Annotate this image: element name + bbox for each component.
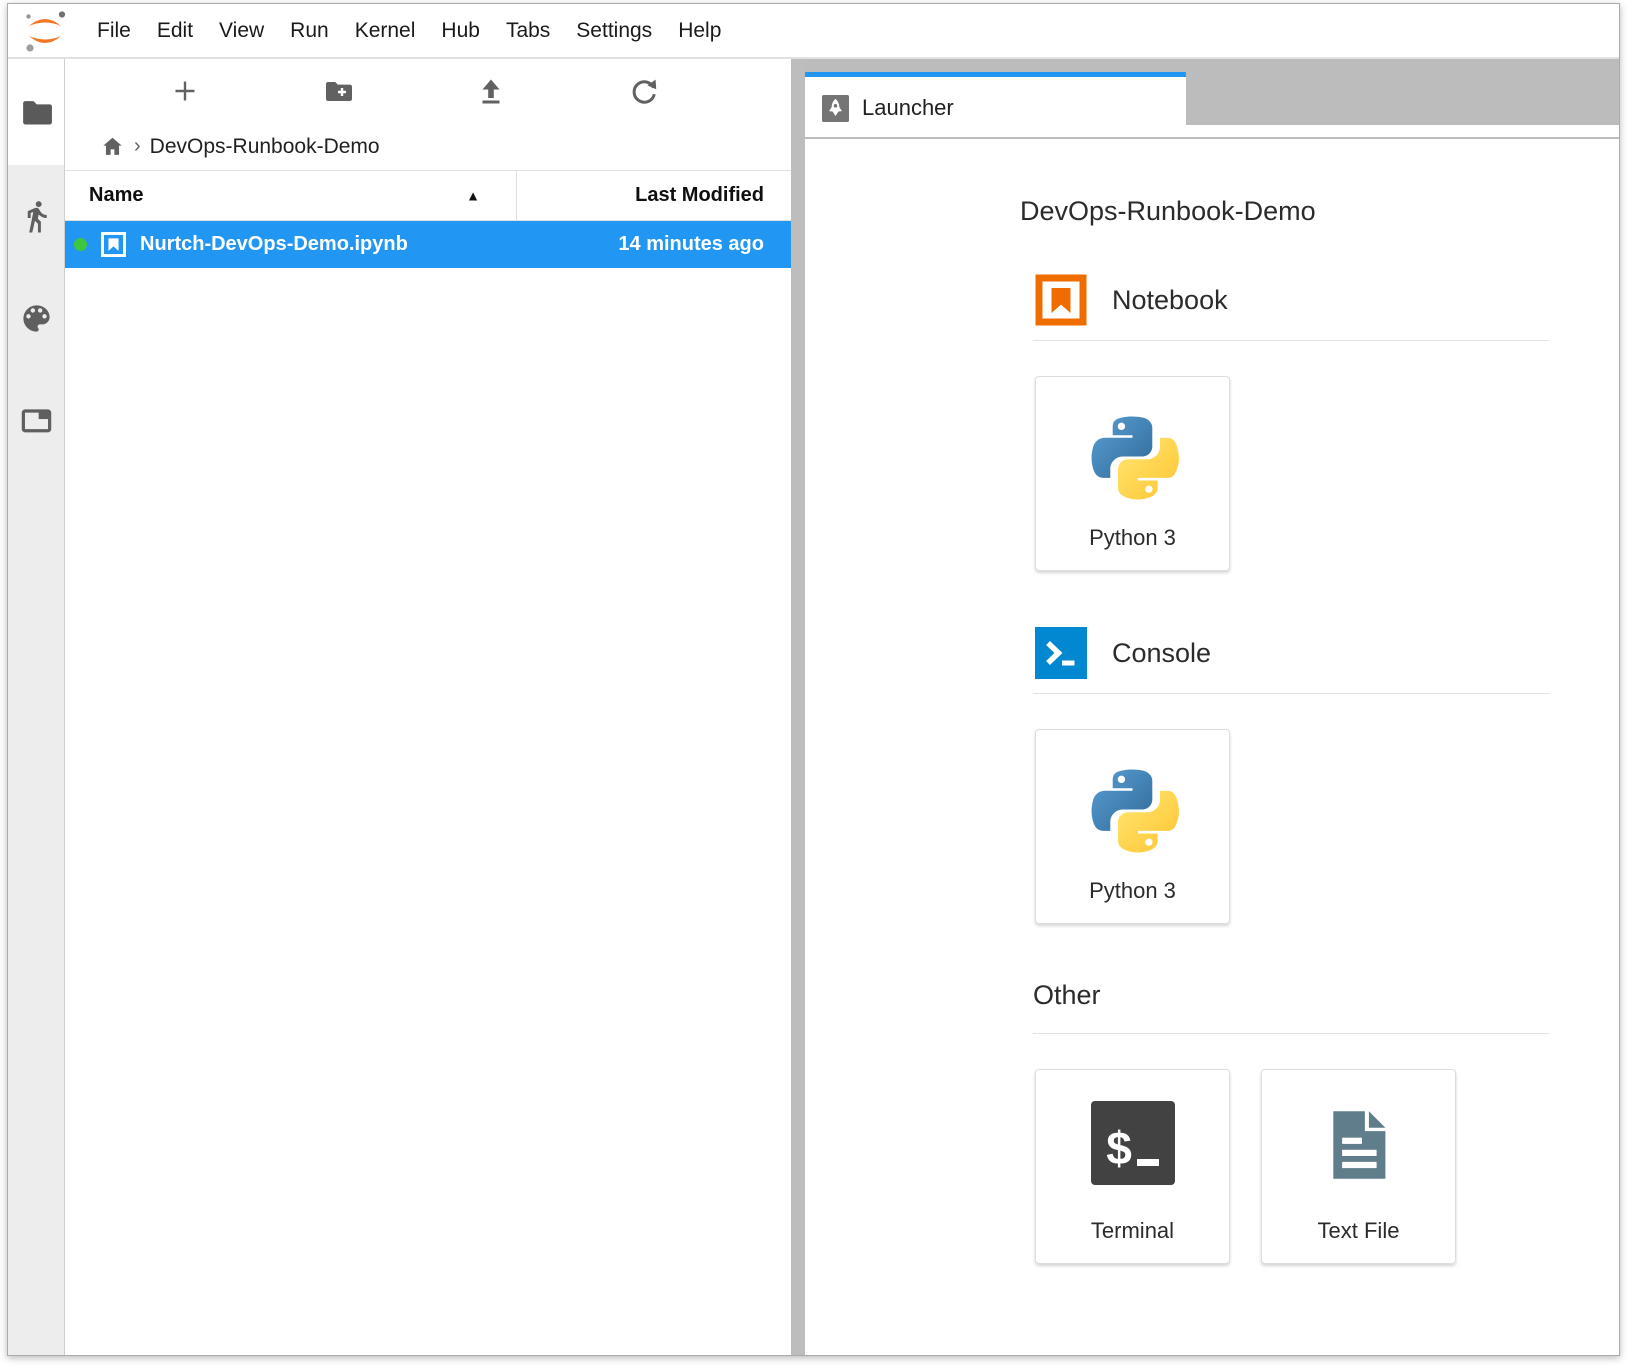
section-label-console: Console [1112,638,1211,669]
file-row-selected[interactable]: Nurtch-DevOps-Demo.ipynb 14 minutes ago [65,221,791,268]
left-sidebar [8,59,65,1355]
refresh-icon [628,75,660,107]
file-list-empty-area [65,268,791,1355]
menu-help[interactable]: Help [665,19,734,43]
python-icon [1083,408,1182,507]
section-divider [1033,693,1549,694]
launcher-cwd-title: DevOps-Runbook-Demo [1020,196,1549,227]
launcher-card-notebook-python3[interactable]: Python 3 [1035,376,1230,571]
file-last-modified: 14 minutes ago [408,233,791,256]
section-divider [1033,340,1549,341]
launcher-section-notebook: Notebook [1018,274,1549,571]
card-label: Text File [1318,1218,1400,1244]
menu-bar: File Edit View Run Kernel Hub Tabs Setti… [8,4,1619,59]
breadcrumb: › DevOps-Runbook-Demo [65,123,791,170]
section-label-notebook: Notebook [1112,285,1228,316]
launcher-card-console-python3[interactable]: Python 3 [1035,729,1230,924]
python-icon [1083,761,1182,860]
new-launcher-button[interactable] [108,63,261,119]
file-name: Nurtch-DevOps-Demo.ipynb [140,233,408,256]
launcher-panel: Launcher DevOps-Runbook-Demo Notebook [805,59,1619,1355]
column-header-name[interactable]: Name ▲ [65,171,516,220]
tabs-icon [19,403,54,438]
menu-settings[interactable]: Settings [563,19,665,43]
main-area: › DevOps-Runbook-Demo Name ▲ Last Modifi… [8,59,1619,1355]
sidebar-item-open-tabs[interactable] [8,369,64,471]
running-person-icon [19,199,54,234]
launcher-card-text-file[interactable]: Text File [1261,1069,1456,1264]
sort-ascending-icon: ▲ [466,187,480,203]
section-divider [1033,1033,1549,1034]
palette-icon [19,301,54,336]
menu-hub[interactable]: Hub [428,19,493,43]
new-folder-button[interactable] [261,63,414,119]
sidebar-item-file-browser[interactable] [8,59,64,165]
breadcrumb-separator: › [134,135,141,158]
menu-edit[interactable]: Edit [144,19,206,43]
folder-icon [19,95,54,130]
file-browser-panel: › DevOps-Runbook-Demo Name ▲ Last Modifi… [65,59,791,1355]
sidebar-item-running-sessions[interactable] [8,165,64,267]
new-folder-icon [322,75,354,107]
notebook-icon [1035,274,1087,326]
tab-launcher[interactable]: Launcher [805,72,1186,139]
menu-file[interactable]: File [84,19,144,43]
menu-view[interactable]: View [206,19,277,43]
text-file-icon [1315,1101,1403,1189]
menu-tabs[interactable]: Tabs [493,19,563,43]
launcher-body: DevOps-Runbook-Demo Notebook [805,139,1619,1355]
tab-launcher-label: Launcher [862,95,954,121]
upload-icon [475,75,507,107]
refresh-button[interactable] [567,63,720,119]
kernel-running-dot [74,238,87,251]
card-label: Python 3 [1089,878,1176,904]
launcher-section-console: Console Python 3 [1018,627,1549,924]
sidebar-item-command-palette[interactable] [8,267,64,369]
panel-splitter-handle[interactable] [791,59,805,1355]
file-browser-toolbar [65,59,791,123]
file-list-header: Name ▲ Last Modified [65,170,791,221]
column-header-last-modified[interactable]: Last Modified [516,171,791,220]
upload-button[interactable] [414,63,567,119]
launcher-rocket-icon [822,95,849,122]
card-label: Python 3 [1089,525,1176,551]
dock-tab-bar: Launcher [805,59,1619,139]
breadcrumb-current-folder[interactable]: DevOps-Runbook-Demo [150,135,380,159]
notebook-file-icon [100,231,127,258]
launcher-section-other: Other $ Terminal [1018,980,1549,1264]
launcher-card-terminal[interactable]: $ Terminal [1035,1069,1230,1264]
card-label: Terminal [1091,1218,1174,1244]
console-icon [1035,627,1087,679]
jupyterlab-window: File Edit View Run Kernel Hub Tabs Setti… [7,3,1620,1356]
plus-icon [169,75,201,107]
terminal-icon: $ [1091,1101,1175,1185]
menu-run[interactable]: Run [277,19,342,43]
tab-bar-border [805,137,1619,139]
menu-kernel[interactable]: Kernel [342,19,429,43]
jupyter-logo-icon [20,8,70,54]
home-icon[interactable] [100,134,125,159]
section-label-other: Other [1033,980,1101,1011]
